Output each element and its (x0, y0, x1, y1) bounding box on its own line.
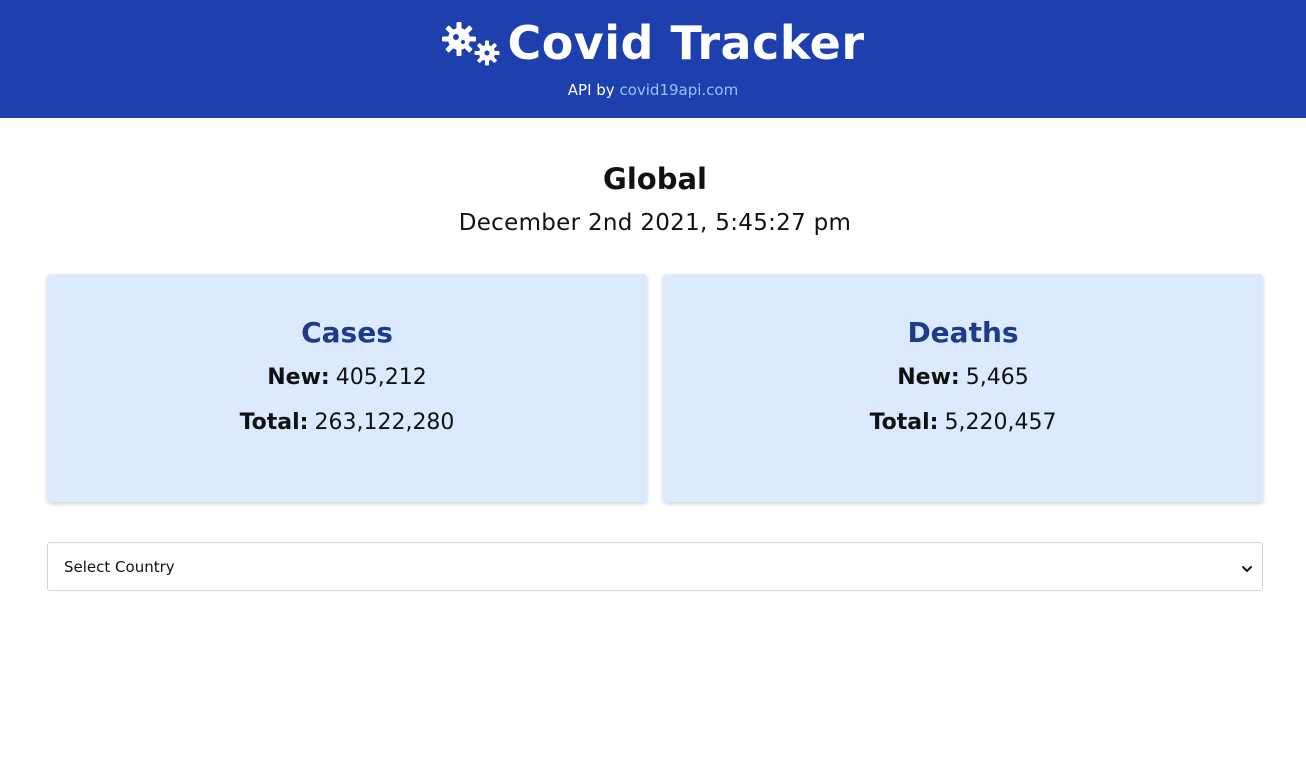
stat-label: Total: (239, 410, 309, 435)
deaths-card: Deaths New: 5,465 Total: 5,220,457 (663, 274, 1263, 502)
brand: Covid Tracker (441, 14, 864, 72)
chevron-down-icon (1241, 561, 1253, 573)
card-title: Cases (301, 316, 393, 349)
stat-value: 405,212 (335, 365, 427, 390)
stat-value: 5,465 (965, 365, 1029, 390)
api-link[interactable]: covid19api.com (619, 81, 738, 99)
stats-cards: Cases New: 405,212 Total: 263,122,280 Deat… (47, 274, 1263, 502)
region-title: Global (603, 162, 707, 196)
stat-label: New: (267, 365, 330, 390)
new-deaths-stat: New: 5,465 (663, 365, 1263, 390)
app-header: Covid Tracker API by covid19api.com (0, 0, 1306, 118)
api-prefix: API by (567, 81, 615, 99)
card-title: Deaths (907, 316, 1019, 349)
country-select[interactable]: Select Country (47, 542, 1263, 591)
stat-label: New: (897, 365, 960, 390)
total-deaths-stat: Total: 5,220,457 (663, 410, 1263, 435)
main-content: Global December 2nd 2021, 5:45:27 pm Cas… (0, 118, 1306, 591)
new-cases-stat: New: 405,212 (47, 365, 647, 390)
app-title: Covid Tracker (507, 16, 865, 70)
stat-value: 5,220,457 (944, 410, 1057, 435)
country-select-value: Select Country (64, 557, 175, 576)
virus-icon (441, 17, 505, 69)
last-updated-date: December 2nd 2021, 5:45:27 pm (458, 210, 852, 236)
api-attribution: API by covid19api.com (0, 81, 1306, 99)
stat-value: 263,122,280 (314, 410, 455, 435)
stat-label: Total: (869, 410, 939, 435)
cases-card: Cases New: 405,212 Total: 263,122,280 (47, 274, 647, 502)
total-cases-stat: Total: 263,122,280 (47, 410, 647, 435)
